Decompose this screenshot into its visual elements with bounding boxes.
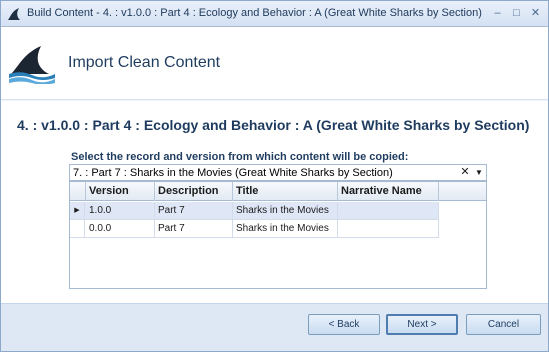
select-record-label: Select the record and version from which… — [71, 151, 409, 163]
combo-selected-value: 7. : Part 7 : Sharks in the Movies (Grea… — [73, 167, 393, 179]
table-row[interactable]: ▶ 1.0.0 Part 7 Sharks in the Movies — [70, 202, 439, 220]
cell-narrative-name — [338, 202, 439, 220]
cell-narrative-name — [338, 220, 439, 238]
maximize-button[interactable]: □ — [507, 4, 526, 22]
close-button[interactable]: ✕ — [526, 4, 545, 22]
current-row-indicator: ▶ — [70, 202, 85, 220]
record-version-combo[interactable]: 7. : Part 7 : Sharks in the Movies (Grea… — [69, 164, 487, 181]
table-row[interactable]: 0.0.0 Part 7 Sharks in the Movies — [70, 220, 439, 238]
cell-title: Sharks in the Movies — [233, 220, 338, 238]
record-heading: 4. : v1.0.0 : Part 4 : Ecology and Behav… — [17, 117, 530, 133]
cell-description: Part 7 — [155, 202, 233, 220]
row-indicator — [70, 220, 85, 238]
column-header-title[interactable]: Title — [233, 182, 338, 201]
build-content-window: Build Content - 4. : v1.0.0 : Part 4 : E… — [0, 0, 549, 352]
cell-description: Part 7 — [155, 220, 233, 238]
column-header-description[interactable]: Description — [155, 182, 233, 201]
next-button[interactable]: Next > — [386, 314, 458, 335]
minimize-button[interactable]: – — [488, 4, 507, 22]
shark-fin-icon — [8, 8, 20, 20]
page-title: Import Clean Content — [68, 54, 221, 71]
cell-title: Sharks in the Movies — [233, 202, 338, 220]
wizard-header: Import Clean Content — [1, 27, 548, 99]
shark-fin-icon — [9, 46, 55, 84]
cell-version: 1.0.0 — [86, 202, 155, 220]
chevron-down-icon[interactable]: ▼ — [473, 165, 485, 180]
column-header-narrative-name[interactable]: Narrative Name — [338, 182, 439, 201]
back-button[interactable]: < Back — [308, 314, 380, 335]
grid-header-indicator — [70, 182, 86, 201]
column-header-version[interactable]: Version — [86, 182, 155, 201]
versions-grid[interactable]: Version Description Title Narrative Name… — [69, 181, 487, 289]
window-title: Build Content - 4. : v1.0.0 : Part 4 : E… — [27, 7, 482, 19]
cancel-button[interactable]: Cancel — [466, 314, 541, 335]
grid-header: Version Description Title Narrative Name — [70, 182, 486, 201]
title-bar[interactable]: Build Content - 4. : v1.0.0 : Part 4 : E… — [1, 1, 548, 27]
wizard-footer: < Back Next > Cancel — [1, 303, 548, 351]
clear-icon[interactable]: ✕ — [459, 165, 471, 180]
content-panel: 4. : v1.0.0 : Part 4 : Ecology and Behav… — [1, 101, 548, 303]
cell-version: 0.0.0 — [86, 220, 155, 238]
